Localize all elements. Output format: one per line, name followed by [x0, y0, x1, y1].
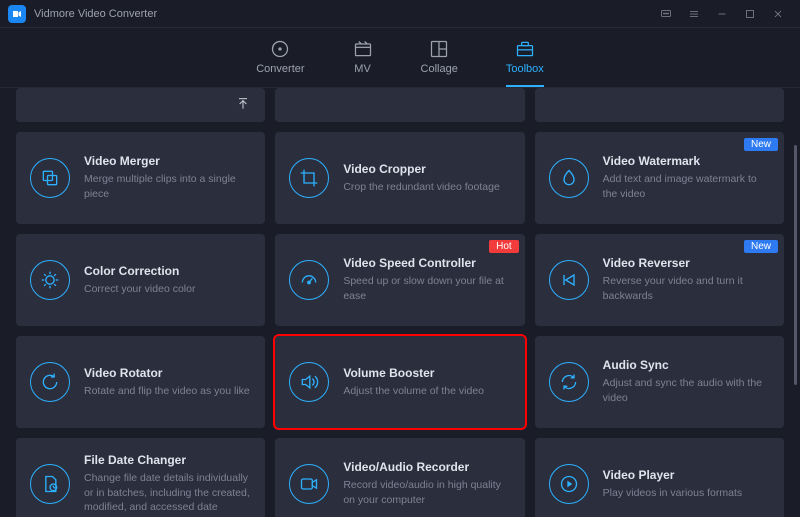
play-icon — [549, 464, 589, 504]
tool-title: Video/Audio Recorder — [343, 460, 510, 474]
feedback-button[interactable] — [652, 4, 680, 24]
tool-title: Video Player — [603, 468, 770, 482]
hot-badge: Hot — [489, 240, 519, 253]
tool-color-correction[interactable]: Color Correction Correct your video colo… — [16, 234, 265, 326]
tool-video-cropper[interactable]: Video Cropper Crop the redundant video f… — [275, 132, 524, 224]
toolbox-content: Video Merger Merge multiple clips into a… — [0, 88, 800, 517]
tool-file-date-changer[interactable]: File Date Changer Change file date detai… — [16, 438, 265, 517]
speed-icon — [289, 260, 329, 300]
tool-desc: Reverse your video and turn it backwards — [603, 274, 770, 303]
tab-mv[interactable]: MV — [353, 39, 373, 87]
tool-title: Color Correction — [84, 264, 251, 278]
collapse-icon[interactable] — [233, 94, 253, 114]
app-title: Vidmore Video Converter — [34, 8, 157, 20]
tool-title: File Date Changer — [84, 453, 251, 467]
menu-button[interactable] — [680, 4, 708, 24]
record-icon — [289, 464, 329, 504]
mv-icon — [353, 39, 373, 59]
rotate-icon — [30, 362, 70, 402]
toolbox-icon — [515, 39, 535, 59]
reverse-icon — [549, 260, 589, 300]
collage-icon — [429, 39, 449, 59]
tab-label: Converter — [256, 63, 304, 75]
tool-desc: Speed up or slow down your file at ease — [343, 274, 510, 303]
new-badge: New — [744, 138, 778, 151]
scrollbar[interactable] — [794, 145, 797, 495]
tool-video-reverser[interactable]: New Video Reverser Reverse your video an… — [535, 234, 784, 326]
watermark-icon — [549, 158, 589, 198]
tool-title: Video Rotator — [84, 366, 251, 380]
tab-label: Toolbox — [506, 63, 544, 75]
sync-icon — [549, 362, 589, 402]
file-date-icon — [30, 464, 70, 504]
tool-desc: Correct your video color — [84, 282, 251, 297]
tool-desc: Crop the redundant video footage — [343, 180, 510, 195]
tool-video-rotator[interactable]: Video Rotator Rotate and flip the video … — [16, 336, 265, 428]
tab-collage[interactable]: Collage — [421, 39, 458, 87]
tool-title: Video Cropper — [343, 162, 510, 176]
tool-audio-sync[interactable]: Audio Sync Adjust and sync the audio wit… — [535, 336, 784, 428]
tab-label: MV — [354, 63, 371, 75]
close-button[interactable] — [764, 4, 792, 24]
merge-icon — [30, 158, 70, 198]
maximize-button[interactable] — [736, 4, 764, 24]
converter-icon — [270, 39, 290, 59]
toolbox-card-partial[interactable] — [535, 88, 784, 122]
tab-label: Collage — [421, 63, 458, 75]
titlebar: Vidmore Video Converter — [0, 0, 800, 28]
tool-title: Video Watermark — [603, 154, 770, 168]
tool-video-merger[interactable]: Video Merger Merge multiple clips into a… — [16, 132, 265, 224]
toolbox-card-partial[interactable] — [275, 88, 524, 122]
tool-speed-controller[interactable]: Hot Video Speed Controller Speed up or s… — [275, 234, 524, 326]
tool-desc: Adjust and sync the audio with the video — [603, 376, 770, 405]
tool-desc: Record video/audio in high quality on yo… — [343, 478, 510, 507]
tool-title: Video Reverser — [603, 256, 770, 270]
tool-desc: Rotate and flip the video as you like — [84, 384, 251, 399]
new-badge: New — [744, 240, 778, 253]
tool-title: Volume Booster — [343, 366, 510, 380]
tool-volume-booster[interactable]: Volume Booster Adjust the volume of the … — [275, 336, 524, 428]
tab-converter[interactable]: Converter — [256, 39, 304, 87]
tool-recorder[interactable]: Video/Audio Recorder Record video/audio … — [275, 438, 524, 517]
app-logo — [8, 5, 26, 23]
tool-title: Video Speed Controller — [343, 256, 510, 270]
color-icon — [30, 260, 70, 300]
crop-icon — [289, 158, 329, 198]
tool-video-watermark[interactable]: New Video Watermark Add text and image w… — [535, 132, 784, 224]
tool-video-player[interactable]: Video Player Play videos in various form… — [535, 438, 784, 517]
tool-title: Video Merger — [84, 154, 251, 168]
tool-desc: Adjust the volume of the video — [343, 384, 510, 399]
toolbox-card-partial[interactable] — [16, 88, 265, 122]
tool-title: Audio Sync — [603, 358, 770, 372]
tool-desc: Add text and image watermark to the vide… — [603, 172, 770, 201]
main-tabs: Converter MV Collage Toolbox — [0, 28, 800, 88]
tab-toolbox[interactable]: Toolbox — [506, 39, 544, 87]
scrollbar-thumb[interactable] — [794, 145, 797, 385]
tool-desc: Change file date details individually or… — [84, 471, 251, 515]
volume-icon — [289, 362, 329, 402]
minimize-button[interactable] — [708, 4, 736, 24]
tool-desc: Merge multiple clips into a single piece — [84, 172, 251, 201]
tool-desc: Play videos in various formats — [603, 486, 770, 501]
